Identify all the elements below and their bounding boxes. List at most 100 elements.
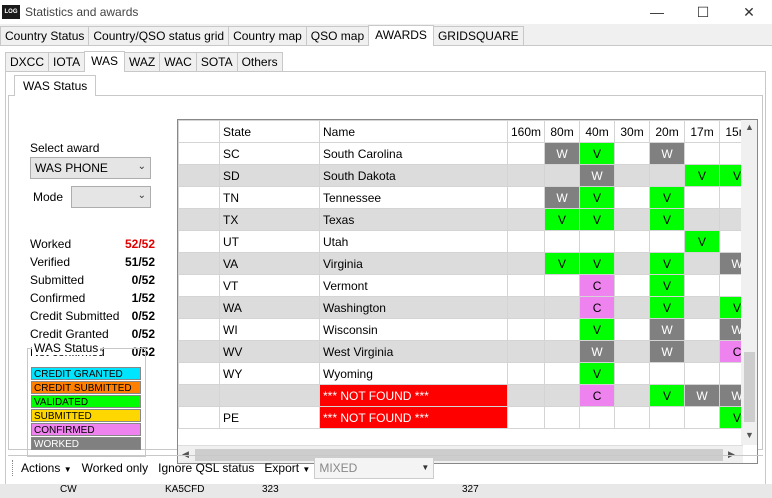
band-status-cell[interactable]: V [544,208,581,231]
band-status-cell[interactable] [544,406,581,429]
band-status-cell[interactable] [506,384,546,407]
tab-was[interactable]: WAS [84,51,126,72]
band-status-cell[interactable] [544,164,581,187]
band-status-cell[interactable]: W [544,186,581,209]
band-status-cell[interactable] [614,318,651,341]
band-status-cell[interactable]: W [684,384,721,407]
band-status-cell[interactable] [544,274,581,297]
band-status-cell[interactable] [614,230,651,253]
tab-country-map[interactable]: Country map [228,26,307,45]
vertical-scrollbar[interactable]: ▲ ▼ [741,120,757,445]
band-status-cell[interactable] [649,164,686,187]
band-status-cell[interactable] [614,164,651,187]
table-row[interactable]: SD South Dakota W V V [178,164,756,187]
tab-qso-map[interactable]: QSO map [305,26,370,45]
column-header[interactable]: 30m [614,120,651,143]
table-row[interactable]: SC South Carolina W V W [178,142,756,165]
band-status-cell[interactable] [506,186,546,209]
band-status-cell[interactable]: V [684,164,721,187]
column-header[interactable] [178,120,220,143]
band-status-cell[interactable] [684,296,721,319]
mode-select[interactable]: ⌄ [71,186,151,208]
band-status-cell[interactable]: V [544,252,581,275]
table-row[interactable]: WA Washington C V V [178,296,756,319]
worked-only-button[interactable]: Worked only [82,461,148,475]
band-status-cell[interactable] [506,340,546,363]
band-status-cell[interactable] [614,186,651,209]
table-row[interactable]: *** NOT FOUND *** C V W W [178,384,756,407]
band-status-cell[interactable] [614,274,651,297]
band-status-cell[interactable]: V [649,274,686,297]
column-header[interactable]: Name [319,120,508,143]
band-status-cell[interactable] [506,296,546,319]
export-menu[interactable]: Export ▼ [264,461,310,475]
band-status-cell[interactable] [544,384,581,407]
column-header[interactable]: State [219,120,320,143]
tab-others[interactable]: Others [236,52,283,71]
vertical-scroll-thumb[interactable] [744,352,755,422]
band-status-cell[interactable] [684,252,721,275]
band-status-cell[interactable] [506,208,546,231]
band-status-cell[interactable] [506,362,546,385]
scroll-down-icon[interactable]: ▼ [745,430,754,440]
band-status-cell[interactable]: V [579,362,616,385]
band-status-cell[interactable] [506,318,546,341]
band-status-cell[interactable] [506,142,546,165]
actions-menu[interactable]: Actions ▼ [21,461,72,475]
band-status-cell[interactable]: W [579,164,616,187]
table-row[interactable]: WI Wisconsin V W W [178,318,756,341]
band-status-cell[interactable]: V [649,186,686,209]
band-status-cell[interactable] [684,318,721,341]
band-status-cell[interactable]: C [579,384,616,407]
band-status-cell[interactable] [579,406,616,429]
table-row[interactable]: VA Virginia V V V W [178,252,756,275]
tab-country-qso-grid[interactable]: Country/QSO status grid [88,26,230,45]
band-status-cell[interactable] [506,274,546,297]
band-status-cell[interactable] [614,296,651,319]
band-status-cell[interactable] [544,296,581,319]
column-header[interactable]: 80m [544,120,581,143]
table-row[interactable]: PE *** NOT FOUND *** V [178,406,756,429]
table-row[interactable]: TX Texas V V V [178,208,756,231]
band-status-cell[interactable] [684,406,721,429]
scroll-up-icon[interactable]: ▲ [745,122,754,132]
tab-was-status[interactable]: WAS Status [14,75,97,96]
band-status-cell[interactable] [614,384,651,407]
band-status-cell[interactable] [684,208,721,231]
band-status-cell[interactable]: V [649,296,686,319]
band-status-cell[interactable] [614,142,651,165]
column-header[interactable]: 160m [506,120,546,143]
band-status-cell[interactable]: V [684,230,721,253]
band-status-cell[interactable] [544,340,581,363]
band-status-cell[interactable] [506,406,546,429]
band-status-cell[interactable] [614,406,651,429]
column-header[interactable]: 40m [579,120,616,143]
band-status-cell[interactable] [544,230,581,253]
was-grid[interactable]: State Name 160m 80m 40m 30m 20m 17m 15m SC South … [177,119,758,464]
band-status-cell[interactable] [684,362,721,385]
band-status-cell[interactable]: V [649,208,686,231]
band-status-cell[interactable] [614,252,651,275]
band-status-cell[interactable] [649,406,686,429]
band-status-cell[interactable] [614,340,651,363]
tab-waz[interactable]: WAZ [124,52,161,71]
band-status-cell[interactable] [614,208,651,231]
band-status-cell[interactable]: V [579,186,616,209]
tab-wac[interactable]: WAC [159,52,197,71]
band-status-cell[interactable]: C [579,274,616,297]
band-status-cell[interactable] [684,186,721,209]
band-status-cell[interactable]: V [649,384,686,407]
maximize-button[interactable]: ☐ [680,0,726,24]
export-mode-select[interactable]: MIXED ▼ [314,456,435,479]
band-status-cell[interactable] [506,252,546,275]
column-header[interactable]: 20m [649,120,686,143]
table-row[interactable]: VT Vermont C V [178,274,756,297]
table-row[interactable]: TN Tennessee W V V [178,186,756,209]
ignore-qsl-status-button[interactable]: Ignore QSL status [158,461,254,475]
band-status-cell[interactable] [544,362,581,385]
band-status-cell[interactable]: W [544,142,581,165]
band-status-cell[interactable]: C [579,296,616,319]
band-status-cell[interactable] [649,230,686,253]
band-status-cell[interactable] [579,230,616,253]
tab-awards[interactable]: AWARDS [368,25,434,46]
